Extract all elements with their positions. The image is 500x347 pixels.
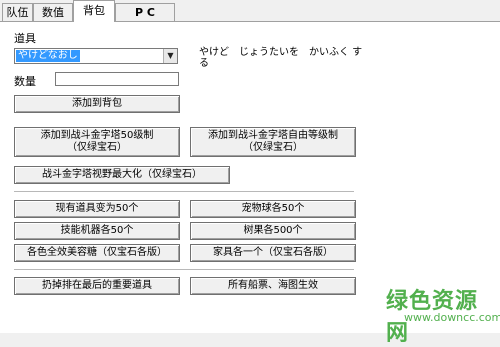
item-select-value: やけどなおし bbox=[16, 50, 80, 62]
tab-bag[interactable]: 背包 bbox=[73, 0, 115, 22]
item-description: やけど じょうたいを かいふく する bbox=[199, 47, 363, 69]
add-to-bag-button[interactable]: 添加到背包 bbox=[14, 95, 180, 113]
add-tower-50-button[interactable]: 添加到战斗金字塔50级制 （仅绿宝石） bbox=[14, 127, 180, 157]
add-tower-free-button[interactable]: 添加到战斗金字塔自由等级制 （仅绿宝石） bbox=[190, 127, 356, 157]
tab-party[interactable]: 队伍 bbox=[2, 3, 33, 21]
all-tickets-button[interactable]: 所有船票、海图生效 bbox=[190, 277, 356, 295]
decorations-button[interactable]: 家具各一个（仅宝石各版） bbox=[190, 244, 356, 262]
tab-stats[interactable]: 数值 bbox=[33, 3, 73, 21]
tower-vision-max-button[interactable]: 战斗金字塔视野最大化（仅绿宝石） bbox=[14, 166, 230, 184]
pokeballs-50-button[interactable]: 宠物球各50个 bbox=[190, 200, 356, 218]
quantity-input[interactable] bbox=[55, 72, 179, 86]
watermark-url: www.downcc.com bbox=[404, 311, 500, 324]
item-label: 道具 bbox=[14, 32, 36, 45]
quantity-label: 数量 bbox=[14, 75, 36, 88]
separator bbox=[14, 269, 354, 270]
pokeblocks-button[interactable]: 各色全效美容糖（仅宝石各版） bbox=[14, 244, 180, 262]
tms-50-button[interactable]: 技能机器各50个 bbox=[14, 222, 180, 240]
chevron-down-icon[interactable]: ▼ bbox=[163, 49, 177, 63]
tab-pc[interactable]: P C bbox=[115, 3, 175, 21]
items-to-50-button[interactable]: 现有道具变为50个 bbox=[14, 200, 180, 218]
item-select[interactable]: やけどなおし ▼ bbox=[14, 48, 178, 64]
separator bbox=[14, 191, 354, 192]
berries-500-button[interactable]: 树果各500个 bbox=[190, 222, 356, 240]
discard-key-item-button[interactable]: 扔掉排在最后的重要道具 bbox=[14, 277, 180, 295]
tab-bar: 队伍 数值 背包 P C bbox=[0, 0, 500, 22]
